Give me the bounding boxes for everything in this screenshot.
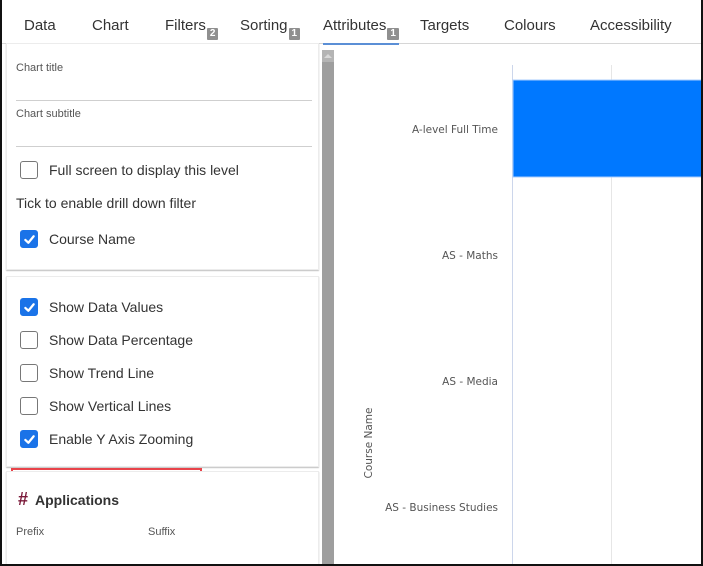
chart-title-label: Chart title xyxy=(16,62,64,74)
tab-filters[interactable]: Filters 2 xyxy=(165,0,219,44)
tab-label: Colours xyxy=(504,17,556,34)
checkmark-icon xyxy=(23,302,35,312)
tab-count-badge: 2 xyxy=(206,28,219,40)
chart-text-card: Chart title Chart subtitle Full screen t… xyxy=(6,43,319,270)
tab-label: Accessibility xyxy=(590,17,672,34)
scroll-up-button[interactable] xyxy=(322,50,334,62)
tab-label: Sorting xyxy=(240,17,288,34)
show-data-values-checkbox-row[interactable]: Show Data Values xyxy=(20,296,163,318)
show-data-percentage-checkbox[interactable] xyxy=(20,331,38,349)
chart-svg: A-level Full Time AS - Maths AS - Media AS … xyxy=(363,65,701,564)
tab-attributes[interactable]: Attributes 1 xyxy=(323,0,399,45)
bar-chart: A-level Full Time AS - Maths AS - Media AS … xyxy=(335,45,701,564)
show-data-values-label: Show Data Values xyxy=(49,299,164,315)
prefix-label: Prefix xyxy=(16,526,45,538)
tab-data[interactable]: Data xyxy=(24,0,56,44)
enable-y-axis-zooming-checkbox-row[interactable]: Enable Y Axis Zooming xyxy=(20,428,193,450)
category-label: AS - Business Studies xyxy=(385,502,498,514)
course-name-checkbox[interactable] xyxy=(20,230,38,248)
suffix-label: Suffix xyxy=(148,526,176,538)
full-screen-label: Full screen to display this level xyxy=(49,162,239,178)
chart-title-input[interactable] xyxy=(16,76,312,98)
chart-subtitle-underline xyxy=(16,146,312,147)
full-screen-checkbox-row[interactable]: Full screen to display this level xyxy=(20,159,239,181)
show-vertical-lines-checkbox-row[interactable]: Show Vertical Lines xyxy=(20,395,171,417)
chart-subtitle-input[interactable] xyxy=(16,122,312,144)
applications-heading: # Applications xyxy=(18,489,119,510)
app-frame: Data Chart Filters 2 Sorting 1 Attributes 1 Targ… xyxy=(0,0,703,566)
category-label: A-level Full Time xyxy=(412,124,498,136)
show-trend-line-label: Show Trend Line xyxy=(49,365,155,381)
arrow-up-icon xyxy=(324,54,332,58)
tab-label: Data xyxy=(24,17,56,34)
course-name-checkbox-row[interactable]: Course Name xyxy=(20,228,135,250)
chart-title-underline xyxy=(16,100,312,101)
tab-label: Targets xyxy=(420,17,470,34)
tab-label: Attributes xyxy=(323,17,387,34)
show-vertical-lines-checkbox[interactable] xyxy=(20,397,38,415)
tab-bar: Data Chart Filters 2 Sorting 1 Attributes 1 Targ… xyxy=(2,0,701,45)
chart-subtitle-label: Chart subtitle xyxy=(16,108,81,120)
checkmark-icon xyxy=(23,234,35,244)
tab-chart[interactable]: Chart xyxy=(92,0,129,44)
tab-targets[interactable]: Targets xyxy=(420,0,469,44)
category-label: AS - Media xyxy=(442,376,498,388)
suffix-input[interactable] xyxy=(148,542,268,564)
enable-y-axis-zooming-checkbox[interactable] xyxy=(20,430,38,448)
settings-panel: Chart title Chart subtitle Full screen t… xyxy=(2,43,322,564)
show-trend-line-checkbox-row[interactable]: Show Trend Line xyxy=(20,362,154,384)
tab-count-badge: 1 xyxy=(288,28,301,40)
show-data-percentage-label: Show Data Percentage xyxy=(49,332,193,348)
tab-sorting[interactable]: Sorting 1 xyxy=(240,0,301,44)
category-label: AS - Maths xyxy=(442,250,498,262)
show-trend-line-checkbox[interactable] xyxy=(20,364,38,382)
checkmark-icon xyxy=(23,434,35,444)
applications-title: Applications xyxy=(35,491,120,508)
hash-icon: # xyxy=(18,489,29,509)
tab-colours[interactable]: Colours xyxy=(504,0,556,44)
prefix-input[interactable] xyxy=(16,542,136,564)
full-screen-checkbox[interactable] xyxy=(20,161,38,179)
applications-card: # Applications Prefix Suffix xyxy=(6,471,319,564)
tab-count-badge: 1 xyxy=(387,28,399,40)
panel-scrollbar[interactable] xyxy=(322,50,334,564)
enable-y-axis-zooming-label: Enable Y Axis Zooming xyxy=(49,431,194,447)
show-vertical-lines-label: Show Vertical Lines xyxy=(49,398,172,414)
y-axis-title: Course Name xyxy=(363,408,375,479)
tab-accessibility[interactable]: Accessibility xyxy=(590,0,672,44)
tab-label: Chart xyxy=(92,17,129,34)
bar xyxy=(512,79,701,178)
show-data-percentage-checkbox-row[interactable]: Show Data Percentage xyxy=(20,329,193,351)
drill-down-hint: Tick to enable drill down filter xyxy=(16,195,197,211)
show-data-values-checkbox[interactable] xyxy=(20,298,38,316)
course-name-label: Course Name xyxy=(49,231,136,247)
tab-label: Filters xyxy=(165,17,206,34)
display-options-card: Show Data Values Show Data Percentage Show… xyxy=(6,276,319,467)
